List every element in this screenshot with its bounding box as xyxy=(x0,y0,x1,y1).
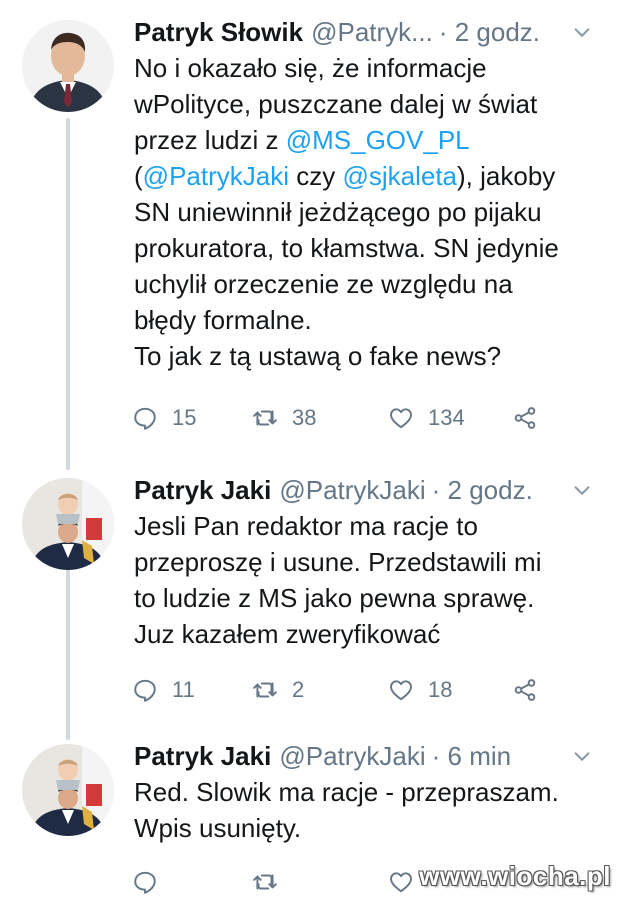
retweet-count: 38 xyxy=(292,405,317,430)
tweet-text-line: Red. Slowik ma racje - przepraszam. xyxy=(134,774,607,810)
tweet-text: Red. Slowik ma racje - przepraszam. Wpis … xyxy=(134,774,607,846)
timestamp[interactable]: · 2 godz. xyxy=(439,17,540,48)
share-icon xyxy=(514,679,536,701)
text-segment: No i okazało się, że informacje xyxy=(134,53,487,83)
reply-count: 11 xyxy=(172,677,195,702)
like-button[interactable]: 134 xyxy=(388,400,465,436)
tweet-header: Patryk Jaki @PatrykJaki · 6 min xyxy=(134,738,611,774)
avatar[interactable] xyxy=(22,20,114,112)
text-segment: przez ludzi z xyxy=(134,125,286,155)
text-segment: wPolityce, puszczane dalej w świat xyxy=(134,89,538,119)
chevron-down-icon[interactable] xyxy=(571,746,593,768)
text-segment: Red. Slowik ma racje - przepraszam. xyxy=(134,777,559,807)
author-name[interactable]: Patryk Jaki xyxy=(134,475,271,506)
text-segment: prokuratora, to kłamstwa. SN jedynie xyxy=(134,233,559,263)
tweet-header: Patryk Jaki @PatrykJaki · 2 godz. xyxy=(134,472,611,508)
mention-link[interactable]: @PatrykJaki xyxy=(143,161,289,191)
author-handle[interactable]: @PatrykJaki xyxy=(279,475,425,506)
chevron-down-icon[interactable] xyxy=(571,480,593,502)
text-segment: To jak z tą ustawą o fake news? xyxy=(134,341,502,371)
share-button[interactable] xyxy=(512,672,538,708)
reply-icon xyxy=(134,407,156,430)
tweet-text-line: Wpis usunięty. xyxy=(134,810,607,846)
share-icon xyxy=(514,407,536,429)
text-segment: SN uniewinnił jeżdżącego po pijaku xyxy=(134,197,542,227)
tweet[interactable]: Patryk Słowik @Patryk... · 2 godz. No i … xyxy=(0,0,623,458)
timestamp[interactable]: · 6 min xyxy=(432,741,511,772)
share-button[interactable] xyxy=(512,400,538,436)
tweet[interactable]: Patryk Jaki @PatrykJaki · 2 godz. Jesli … xyxy=(0,458,623,728)
text-segment: czy xyxy=(289,161,343,191)
watermark: www.wiocha.pl xyxy=(419,861,611,891)
tweet-text-line: prokuratora, to kłamstwa. SN jedynie xyxy=(134,230,607,266)
tweet-text-line: to ludzie z MS jako pewna sprawę. xyxy=(134,580,607,616)
text-segment: ( xyxy=(134,161,143,191)
text-segment: Juz kazałem zweryfikować xyxy=(134,619,441,649)
text-segment: Jesli Pan redaktor ma racje to xyxy=(134,511,478,541)
text-segment: błędy formalne. xyxy=(134,305,312,335)
tweet-text-line: przeproszę i usune. Przedstawili mi xyxy=(134,544,607,580)
text-segment: to ludzie z MS jako pewna sprawę. xyxy=(134,583,535,613)
text-segment: przeproszę i usune. Przedstawili mi xyxy=(134,547,542,577)
avatar[interactable] xyxy=(22,478,114,570)
tweet-text-line: To jak z tą ustawą o fake news? xyxy=(134,338,607,374)
tweet-text-line: błędy formalne. xyxy=(134,302,607,338)
timestamp[interactable]: · 2 godz. xyxy=(432,475,533,506)
like-icon xyxy=(390,872,412,893)
tweet-text-line: uchylił orzeczenie ze względu na xyxy=(134,266,607,302)
tweet-text-line: (@PatrykJaki czy @sjkaleta), jakoby xyxy=(134,158,607,194)
like-count: 18 xyxy=(428,677,453,702)
text-segment: Wpis usunięty. xyxy=(134,813,302,843)
reply-button[interactable] xyxy=(132,864,172,900)
tweet-text-line: Juz kazałem zweryfikować xyxy=(134,616,607,652)
reply-button[interactable]: 15 xyxy=(132,400,196,436)
author-name[interactable]: Patryk Słowik xyxy=(134,17,303,48)
reply-button[interactable]: 11 xyxy=(132,672,195,708)
mention-link[interactable]: @MS_GOV_PL xyxy=(286,125,470,155)
text-segment: uchylił orzeczenie ze względu na xyxy=(134,269,513,299)
like-icon xyxy=(390,680,412,701)
avatar[interactable] xyxy=(22,744,114,836)
tweet-text-line: Jesli Pan redaktor ma racje to xyxy=(134,508,607,544)
like-icon xyxy=(390,408,412,429)
chevron-down-icon[interactable] xyxy=(571,22,593,44)
reply-icon xyxy=(134,871,156,894)
like-count: 134 xyxy=(428,405,465,430)
tweet-text-line: przez ludzi z @MS_GOV_PL xyxy=(134,122,607,158)
tweet-header: Patryk Słowik @Patryk... · 2 godz. xyxy=(134,14,611,50)
retweet-count: 2 xyxy=(292,677,305,702)
retweet-icon xyxy=(253,682,277,698)
author-name[interactable]: Patryk Jaki xyxy=(134,741,271,772)
tweet-text: Jesli Pan redaktor ma racje to przeproszę… xyxy=(134,508,607,652)
author-handle[interactable]: @Patryk... xyxy=(311,17,433,48)
retweet-button[interactable]: 2 xyxy=(252,672,304,708)
mention-link[interactable]: @sjkaleta xyxy=(342,161,457,191)
reply-count: 15 xyxy=(172,405,197,430)
retweet-icon xyxy=(253,410,277,426)
retweet-button[interactable] xyxy=(252,864,292,900)
tweet-text: No i okazało się, że informacje wPolityce… xyxy=(134,50,607,374)
tweet-text-line: wPolityce, puszczane dalej w świat xyxy=(134,86,607,122)
tweet-text-line: No i okazało się, że informacje xyxy=(134,50,607,86)
author-handle[interactable]: @PatrykJaki xyxy=(279,741,425,772)
retweet-icon xyxy=(253,874,277,890)
text-segment: ), jakoby xyxy=(457,161,556,191)
reply-icon xyxy=(134,679,156,702)
retweet-button[interactable]: 38 xyxy=(252,400,316,436)
tweet-text-line: SN uniewinnił jeżdżącego po pijaku xyxy=(134,194,607,230)
like-button[interactable]: 18 xyxy=(388,672,452,708)
